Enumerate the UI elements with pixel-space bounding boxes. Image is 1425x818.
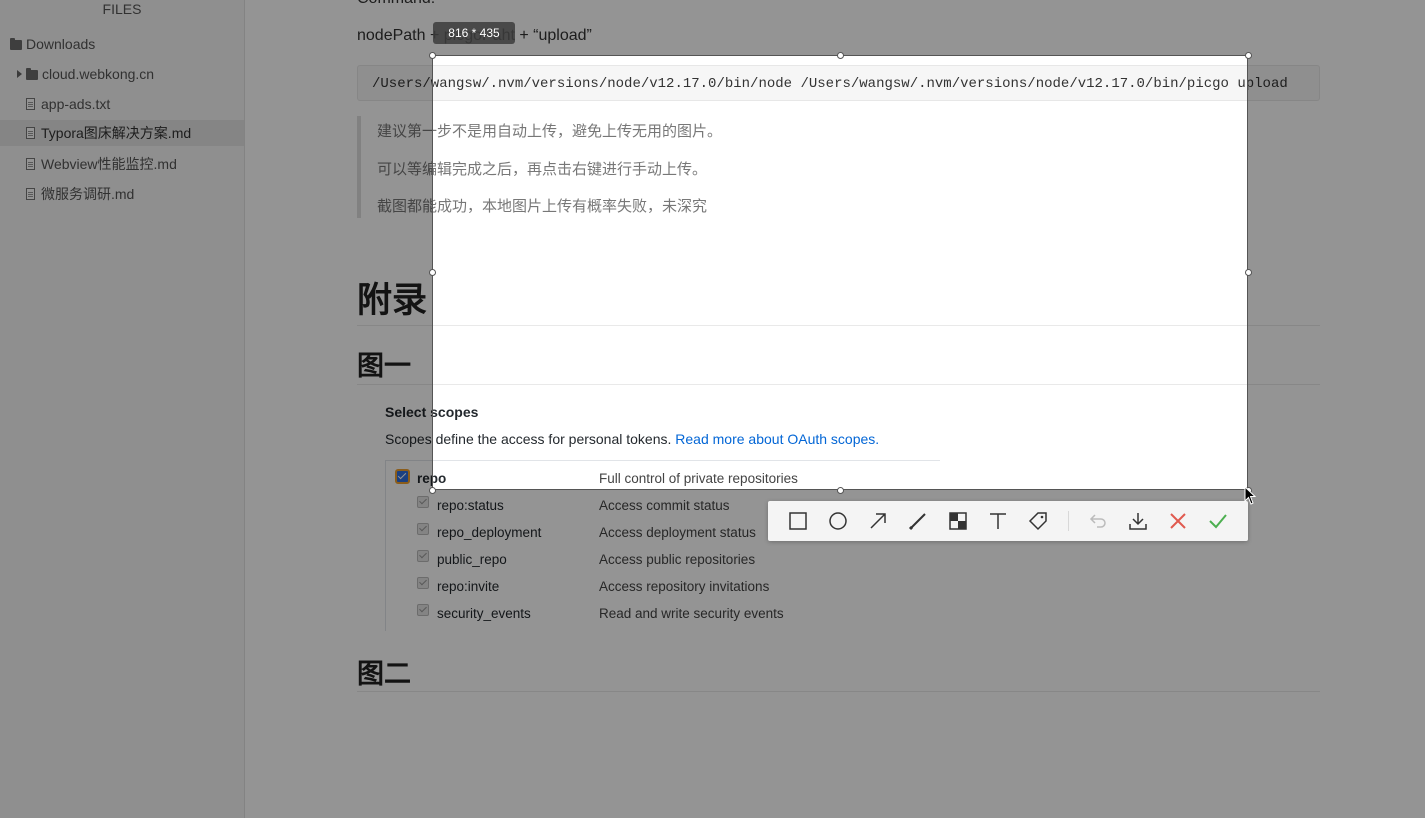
resize-handle[interactable]	[1245, 269, 1252, 276]
mouse-cursor-icon	[1244, 486, 1257, 505]
capture-mask[interactable]	[0, 55, 432, 490]
cancel-icon[interactable]	[1158, 501, 1198, 541]
capture-mask[interactable]	[1248, 55, 1425, 490]
ellipse-icon[interactable]	[818, 501, 858, 541]
resize-handle[interactable]	[1245, 52, 1252, 59]
resize-handle[interactable]	[837, 52, 844, 59]
arrow-icon[interactable]	[858, 501, 898, 541]
tag-icon[interactable]	[1018, 501, 1058, 541]
mosaic-icon[interactable]	[938, 501, 978, 541]
undo-icon[interactable]	[1078, 501, 1118, 541]
text-icon[interactable]	[978, 501, 1018, 541]
rectangle-icon[interactable]	[778, 501, 818, 541]
resize-handle[interactable]	[429, 52, 436, 59]
pen-icon[interactable]	[898, 501, 938, 541]
resize-handle[interactable]	[429, 487, 436, 494]
download-icon[interactable]	[1118, 501, 1158, 541]
selection-size-label: 816 * 435	[433, 22, 515, 44]
capture-selection[interactable]	[432, 55, 1248, 490]
confirm-icon[interactable]	[1198, 501, 1238, 541]
resize-handle[interactable]	[837, 487, 844, 494]
capture-mask[interactable]	[0, 0, 1425, 55]
toolbar-separator	[1068, 511, 1069, 531]
resize-handle[interactable]	[429, 269, 436, 276]
capture-toolbar	[768, 501, 1248, 541]
